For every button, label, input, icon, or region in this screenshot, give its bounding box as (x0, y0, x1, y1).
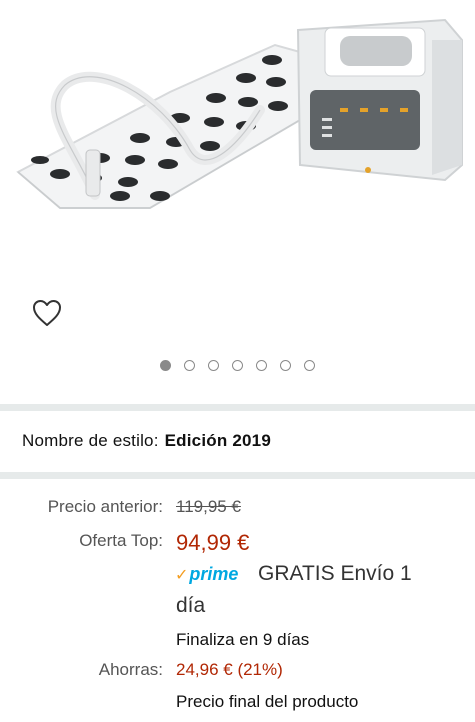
savings-value: 24,96 € (21%) (176, 660, 283, 679)
wishlist-heart-icon[interactable] (30, 296, 64, 330)
shipping-text: GRATIS Envío 1 (258, 562, 412, 585)
savings-label: Ahorras: (98, 660, 163, 679)
carousel-dot[interactable] (184, 360, 195, 371)
section-divider (0, 472, 475, 479)
carousel-dot[interactable] (256, 360, 267, 371)
style-label: Nombre de estilo: (22, 431, 159, 450)
product-image[interactable] (0, 0, 475, 280)
prime-badge[interactable]: ✓ prime (175, 564, 238, 585)
prime-label: prime (189, 564, 239, 584)
final-price-note: Precio final del producto (176, 692, 359, 711)
section-divider (0, 404, 475, 411)
style-selector[interactable]: Nombre de estilo: Edición 2019 (22, 431, 271, 451)
offer-price-label: Oferta Top: (79, 531, 163, 550)
carousel-dot[interactable] (304, 360, 315, 371)
carousel-dot[interactable] (208, 360, 219, 371)
previous-price-label: Precio anterior: (47, 497, 163, 516)
image-carousel-indicators (0, 360, 475, 371)
carousel-dot[interactable] (232, 360, 243, 371)
prime-check-icon: ✓ (175, 567, 189, 584)
style-value: Edición 2019 (164, 431, 271, 450)
carousel-dot[interactable] (160, 360, 171, 371)
bath-mat-massager-illustration (16, 18, 463, 209)
previous-price: 119,95 € (176, 497, 241, 516)
shipping-text-cont: día (176, 594, 206, 617)
deal-ends-text: Finaliza en 9 días (176, 630, 310, 649)
carousel-dot[interactable] (280, 360, 291, 371)
offer-price: 94,99 € (176, 530, 250, 555)
